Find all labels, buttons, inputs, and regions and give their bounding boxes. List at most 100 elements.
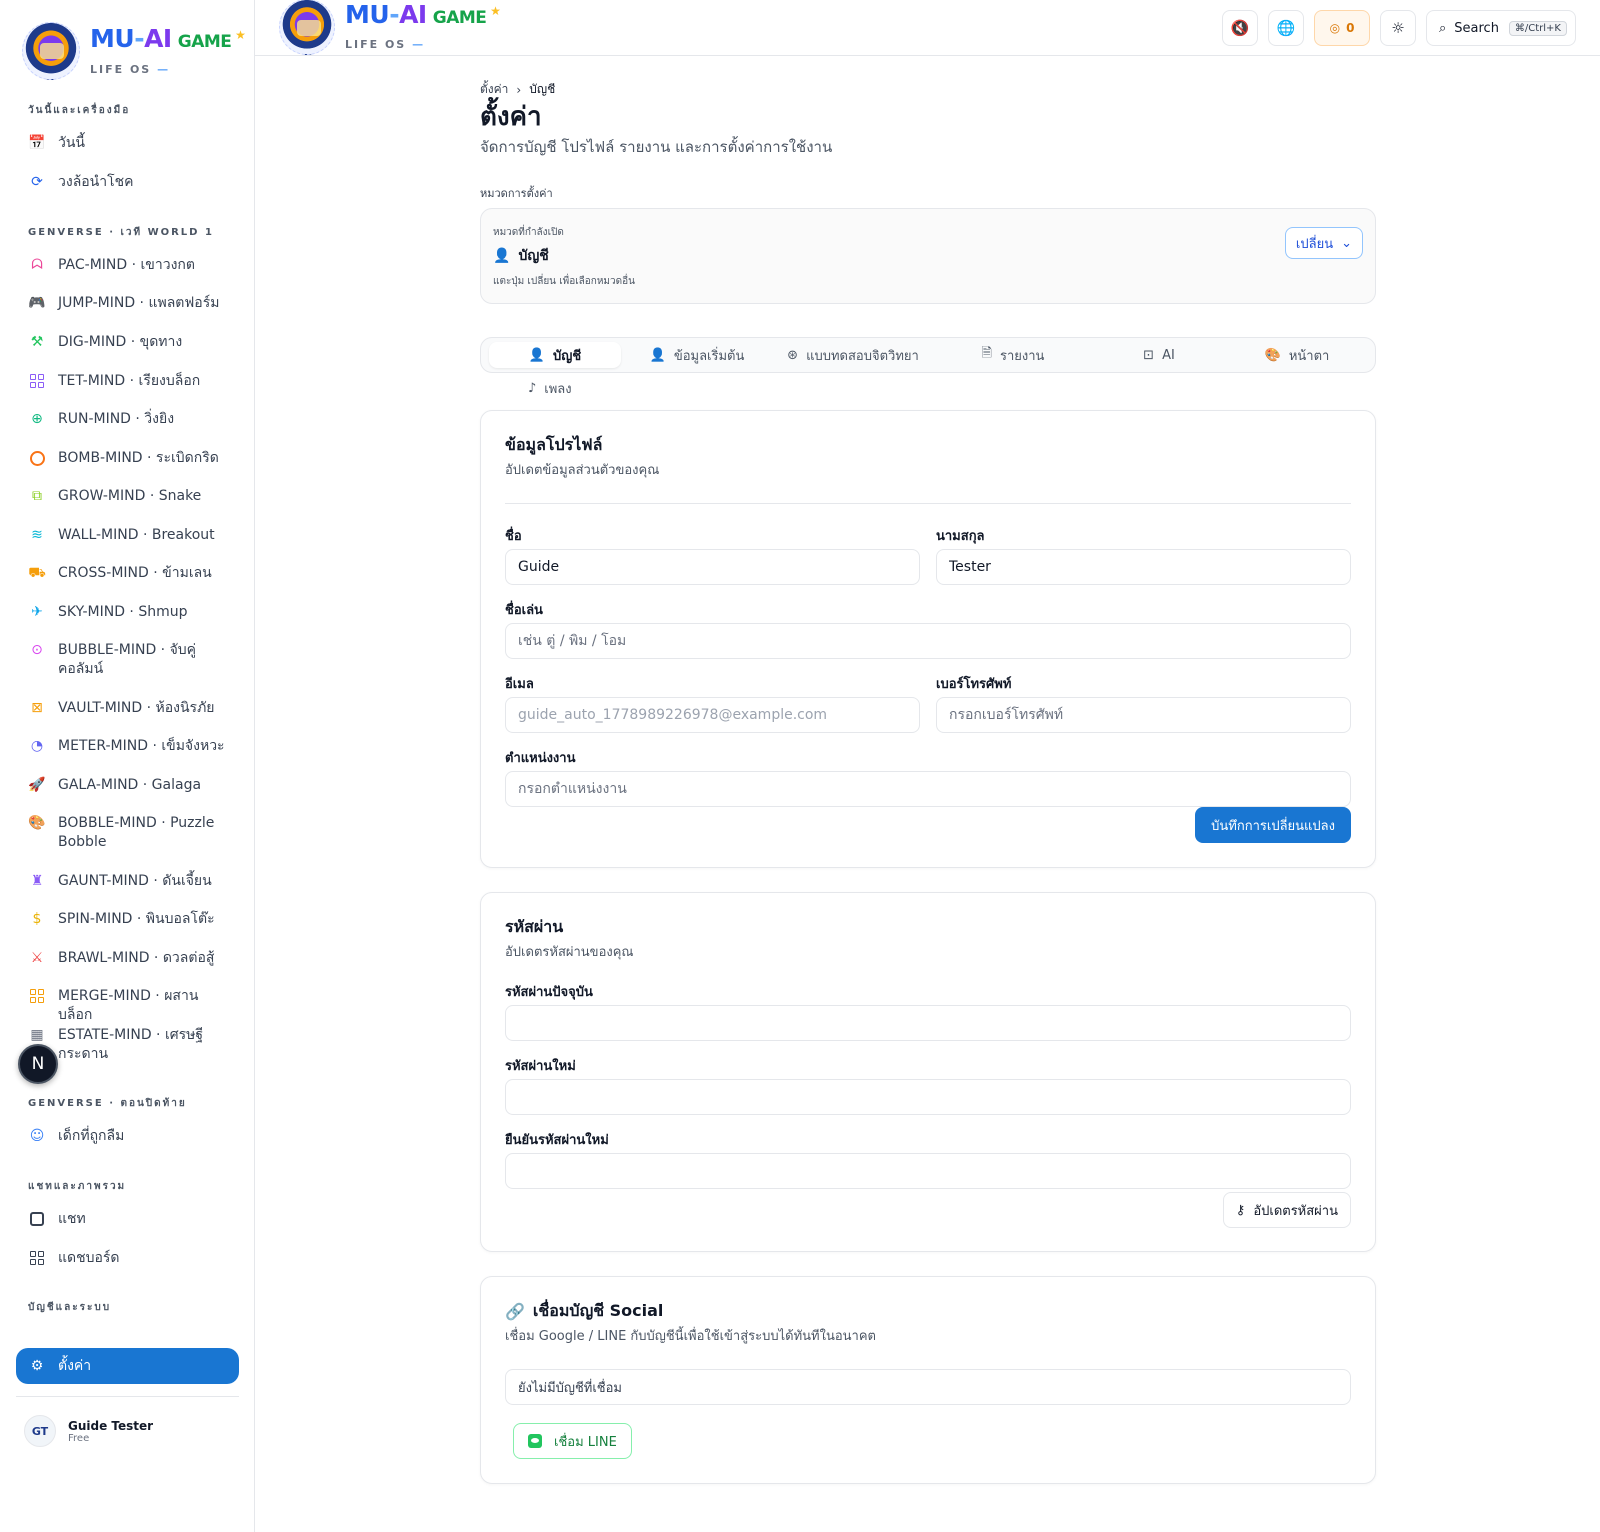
chevron-right-icon: › [516, 82, 522, 97]
nickname-label: ชื่อเล่น [505, 603, 543, 618]
coin-count: 0 [1346, 21, 1355, 35]
topbar: MU-AI GAME ★ LIFE OS — 🔇 🌐 ◎ 0 ☼ ⌕ Search … [255, 0, 1600, 56]
confirm-password-input[interactable] [505, 1153, 1351, 1189]
logo-title: MU-AI GAME ★ [345, 0, 501, 33]
sidebar-item-gaunt-mind[interactable]: ♜ GAUNT-MIND · ดันเจี้ยน [16, 872, 239, 891]
app-logo[interactable]: MU-AI GAME ★ LIFE OS — [22, 22, 246, 80]
last-name-input[interactable] [936, 549, 1351, 585]
user-profile[interactable]: GT Guide Tester Free [16, 1396, 239, 1447]
gamepad-icon: 🎮 [28, 294, 46, 311]
nickname-input[interactable] [505, 623, 1351, 659]
sidebar-item-meter-mind[interactable]: ◔ METER-MIND · เข็มจังหวะ [16, 737, 239, 756]
sidebar-item-run-mind[interactable]: ⊕ RUN-MIND · วิ่งยิง [16, 410, 239, 429]
rocket-icon: 🚀 [28, 776, 46, 793]
change-category-button[interactable]: เปลี่ยน ⌄ [1284, 227, 1363, 259]
user-name: Guide Tester [68, 1418, 154, 1433]
section-label-chat-overview: แชทและภาพรวม [28, 1181, 127, 1192]
language-button[interactable]: 🌐 [1268, 10, 1304, 46]
sidebar-item-tet-mind[interactable]: TET-MIND · เรียงบล็อก [16, 372, 239, 391]
sidebar-item-bubble-mind[interactable]: ⊙ BUBBLE-MIND · จับคู่คอลัมน์ [16, 641, 239, 679]
last-name-label: นามสกุล [936, 529, 985, 544]
save-profile-button[interactable]: บันทึกการเปลี่ยนแปลง [1195, 807, 1351, 843]
pickaxe-icon: ⚒ [30, 333, 44, 350]
coins-button[interactable]: ◎ 0 [1314, 10, 1370, 46]
avatar: GT [24, 1415, 56, 1447]
sidebar-item-sky-mind[interactable]: ✈ SKY-MIND · Shmup [16, 603, 239, 622]
sidebar-item-dig-mind[interactable]: ⚒ DIG-MIND · ขุดทาง [16, 333, 239, 352]
sidebar-item-bobble-mind[interactable]: 🎨 BOBBLE-MIND · Puzzle Bobble [16, 814, 239, 852]
new-password-input[interactable] [505, 1079, 1351, 1115]
music-icon: ♪ [528, 381, 537, 396]
swords-icon: ⚔ [30, 949, 44, 966]
user-icon: 👤 [528, 347, 546, 363]
topbar-logo[interactable]: MU-AI GAME ★ LIFE OS — [279, 0, 501, 55]
sidebar-item-forgotten-child[interactable]: ☺ เด็กที่ถูกลืม [16, 1127, 239, 1146]
sidebar-item-cross-mind[interactable]: ⛟ CROSS-MIND · ข้ามเลน [16, 564, 239, 583]
tab-reports[interactable]: 🗎 รายงาน [943, 342, 1083, 368]
first-name-label: ชื่อ [505, 529, 522, 544]
position-input[interactable] [505, 771, 1351, 807]
tab-appearance[interactable]: 🎨 หน้าตา [1231, 342, 1363, 368]
tab-account[interactable]: 👤 บัญชี [489, 342, 621, 368]
sidebar-item-merge-mind[interactable]: MERGE-MIND · ผสานบล็อก [16, 987, 239, 1025]
layers-icon: ≋ [31, 526, 43, 543]
social-title: 🔗 เชื่อมบัญชี Social [505, 1301, 664, 1321]
new-password-label: รหัสผ่านใหม่ [505, 1059, 576, 1074]
dashboard-icon [28, 1249, 46, 1267]
section-label-world1: GENVERSE · เวที WORLD 1 [28, 227, 214, 238]
tab-music[interactable]: ♪ เพลง [528, 378, 572, 399]
tab-psychology-test[interactable]: ⊛ แบบทดสอบจิตวิทยา [773, 342, 933, 368]
mute-button[interactable]: 🔇 [1222, 10, 1258, 46]
connect-line-button[interactable]: เชื่อม LINE [513, 1423, 632, 1459]
gauge-icon: ◔ [30, 737, 44, 754]
password-subtitle: อัปเดตรหัสผ่านของคุณ [505, 945, 634, 960]
sidebar-item-jump-mind[interactable]: 🎮 JUMP-MIND · แพลตฟอร์ม [16, 294, 239, 313]
sidebar-item-lucky-wheel[interactable]: ⟳ วงล้อนำโชค [16, 173, 239, 192]
phone-input[interactable] [936, 697, 1351, 733]
chevron-down-icon: ⌄ [1341, 235, 1352, 251]
castle-icon: ♜ [30, 872, 44, 889]
calendar-icon: 📅 [28, 134, 46, 151]
sidebar-item-today[interactable]: 📅 วันนี้ [16, 134, 239, 153]
sidebar-item-settings[interactable]: ⚙ ตั้งค่า [16, 1348, 239, 1384]
circle-dot-icon: ⊙ [31, 641, 43, 658]
sidebar-item-brawl-mind[interactable]: ⚔ BRAWL-MIND · ดวลต่อสู้ [16, 949, 239, 968]
tab-onboarding[interactable]: 👤 ข้อมูลเริ่มต้น [631, 342, 763, 368]
logo-subtitle: LIFE OS — [345, 38, 424, 51]
confirm-password-label: ยืนยันรหัสผ่านใหม่ [505, 1133, 609, 1148]
nextjs-devtools-button[interactable]: N [18, 1044, 58, 1084]
speaker-muted-icon: 🔇 [1230, 19, 1250, 37]
sidebar-item-spin-mind[interactable]: $ SPIN-MIND · พินบอลโต๊ะ [16, 910, 239, 929]
sidebar-item-bomb-mind[interactable]: BOMB-MIND · ระเบิดกริด [16, 449, 239, 468]
section-label-epilogue: GENVERSE · ตอนปิดท้าย [28, 1098, 187, 1109]
profile-card: ข้อมูลโปรไฟล์ อัปเดตข้อมูลส่วนตัวของคุณ … [480, 410, 1376, 868]
update-password-button[interactable]: ⚷ อัปเดตรหัสผ่าน [1222, 1192, 1351, 1228]
current-category: บัญชี [518, 248, 549, 264]
tab-ai[interactable]: ⊡ AI [1093, 342, 1225, 368]
sidebar-item-grow-mind[interactable]: ⧉ GROW-MIND · Snake [16, 487, 239, 506]
vault-icon: ⊠ [31, 699, 43, 716]
phone-label: เบอร์โทรศัพท์ [936, 677, 1012, 692]
first-name-input[interactable] [505, 549, 920, 585]
page-description: จัดการบัญชี โปรไฟล์ รายงาน และการตั้งค่า… [480, 138, 833, 156]
blocks-icon [28, 372, 46, 390]
theme-toggle-button[interactable]: ☼ [1380, 10, 1416, 46]
sidebar-item-vault-mind[interactable]: ⊠ VAULT-MIND · ห้องนิรภัย [16, 699, 239, 718]
boxes-icon: ⧉ [32, 487, 42, 504]
sidebar-item-wall-mind[interactable]: ≋ WALL-MIND · Breakout [16, 526, 239, 545]
chat-icon [28, 1210, 46, 1228]
refresh-icon: ⟳ [31, 173, 43, 190]
search-button[interactable]: ⌕ Search ⌘/Ctrl+K [1426, 10, 1576, 46]
logo-title: MU-AI GAME ★ [90, 24, 246, 57]
sidebar-item-gala-mind[interactable]: 🚀 GALA-MIND · Galaga [16, 776, 239, 795]
brain-icon: ⊛ [787, 347, 799, 363]
file-icon: 🗎 [981, 346, 992, 361]
logo-subtitle: LIFE OS — [90, 63, 169, 76]
sidebar-item-dashboard[interactable]: แดชบอร์ด [16, 1249, 239, 1268]
ghost-icon: ᗣ [31, 256, 43, 273]
sidebar-item-chat[interactable]: แชท [16, 1210, 239, 1229]
current-password-label: รหัสผ่านปัจจุบัน [505, 985, 593, 1000]
current-password-input[interactable] [505, 1005, 1351, 1041]
smile-icon: ☺ [29, 1127, 45, 1144]
sidebar-item-pac-mind[interactable]: ᗣ PAC-MIND · เขาวงกต [16, 256, 239, 275]
